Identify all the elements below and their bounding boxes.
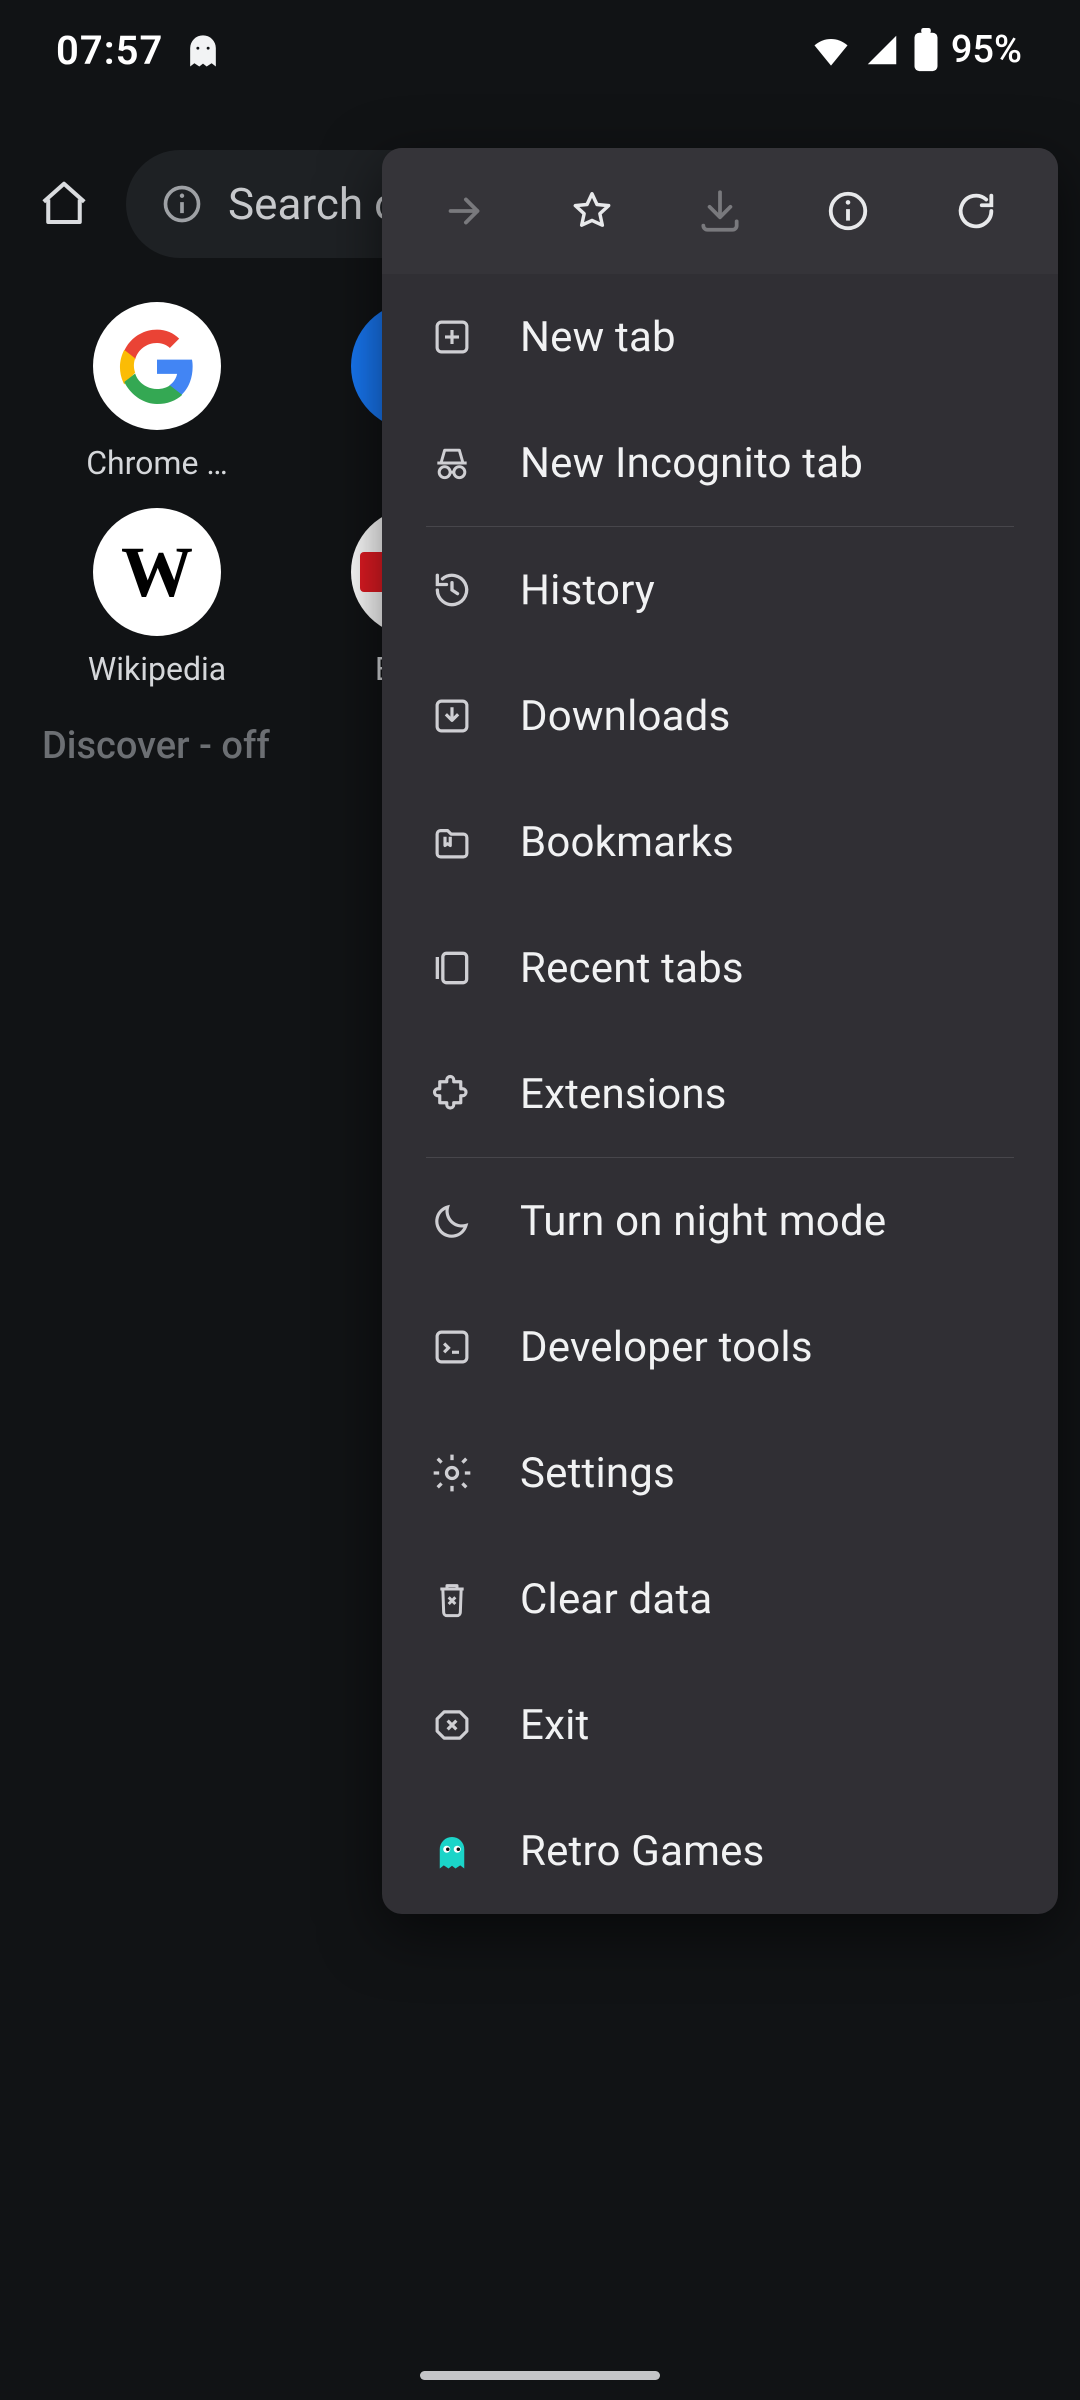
menu-label: Extensions [520, 1070, 727, 1119]
bookmarks-icon [428, 821, 476, 863]
menu-label: New tab [520, 313, 676, 362]
wikipedia-icon: W [93, 508, 221, 636]
recent-tabs-icon [428, 946, 476, 990]
trash-icon [428, 1577, 476, 1621]
menu-new-tab[interactable]: New tab [382, 274, 1058, 400]
status-bar: 07:57 95% [0, 0, 1080, 100]
site-info-icon[interactable] [160, 182, 204, 226]
discover-state: - off [190, 724, 270, 768]
menu-extensions[interactable]: Extensions [382, 1031, 1058, 1157]
home-button[interactable] [30, 170, 98, 238]
speed-dial-tile[interactable]: W Wikipedia [42, 508, 272, 688]
forward-button[interactable] [400, 148, 528, 273]
menu-incognito[interactable]: New Incognito tab [382, 400, 1058, 526]
menu-label: Recent tabs [520, 944, 744, 993]
menu-action-row [382, 148, 1058, 274]
menu-retro-games[interactable]: Retro Games [382, 1788, 1058, 1914]
ghost-icon [181, 28, 225, 72]
menu-devtools[interactable]: Developer tools [382, 1284, 1058, 1410]
pacman-ghost-icon [428, 1830, 476, 1872]
menu-history[interactable]: History [382, 527, 1058, 653]
reload-button[interactable] [912, 148, 1040, 273]
exit-icon [428, 1704, 476, 1746]
battery-icon [911, 27, 941, 73]
tile-label: Wikipedia [88, 650, 226, 688]
moon-icon [428, 1200, 476, 1242]
download-page-button[interactable] [656, 148, 784, 273]
tile-label: Chrome … [86, 444, 228, 482]
menu-downloads[interactable]: Downloads [382, 653, 1058, 779]
history-icon [428, 568, 476, 612]
menu-bookmarks[interactable]: Bookmarks [382, 779, 1058, 905]
new-tab-icon [428, 316, 476, 358]
page-info-button[interactable] [784, 148, 912, 273]
status-time: 07:57 [56, 27, 163, 74]
google-icon [93, 302, 221, 430]
devtools-icon [428, 1326, 476, 1368]
speed-dial-tile[interactable]: Chrome … [42, 302, 272, 482]
menu-clear-data[interactable]: Clear data [382, 1536, 1058, 1662]
menu-label: Downloads [520, 692, 730, 741]
battery-percent: 95% [951, 28, 1022, 72]
menu-label: Exit [520, 1701, 589, 1750]
wifi-icon [809, 28, 853, 72]
menu-label: Turn on night mode [520, 1197, 886, 1246]
menu-night-mode[interactable]: Turn on night mode [382, 1158, 1058, 1284]
menu-label: Clear data [520, 1575, 712, 1624]
menu-label: New Incognito tab [520, 439, 863, 488]
menu-recent-tabs[interactable]: Recent tabs [382, 905, 1058, 1031]
gear-icon [428, 1451, 476, 1495]
downloads-icon [428, 695, 476, 737]
overflow-menu: New tab New Incognito tab History Downlo… [382, 148, 1058, 1914]
incognito-icon [428, 441, 476, 485]
bookmark-star-button[interactable] [528, 148, 656, 273]
menu-label: History [520, 566, 655, 615]
menu-label: Developer tools [520, 1323, 813, 1372]
signal-icon [863, 31, 901, 69]
extensions-icon [428, 1073, 476, 1115]
menu-label: Retro Games [520, 1827, 765, 1876]
menu-label: Settings [520, 1449, 675, 1498]
discover-label: Discover [42, 724, 190, 768]
menu-settings[interactable]: Settings [382, 1410, 1058, 1536]
nav-gesture-indicator [420, 2371, 660, 2380]
menu-label: Bookmarks [520, 818, 734, 867]
menu-exit[interactable]: Exit [382, 1662, 1058, 1788]
